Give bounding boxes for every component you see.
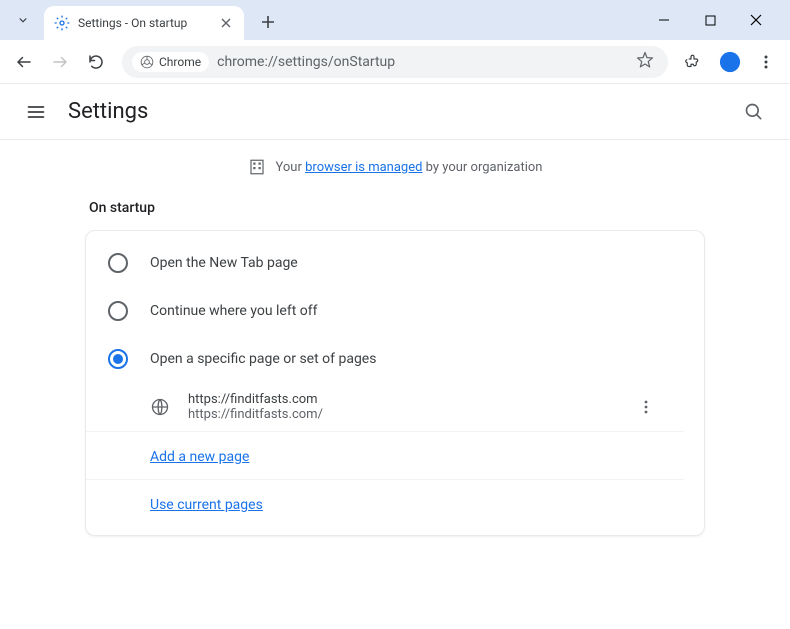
browser-toolbar: Chrome chrome://settings/onStartup [0, 40, 790, 84]
option-continue[interactable]: Continue where you left off [86, 287, 704, 335]
settings-menu-button[interactable] [18, 94, 54, 130]
startup-page-row: https://finditfasts.com https://finditfa… [86, 383, 684, 432]
chevron-down-icon [16, 13, 30, 27]
avatar-icon [719, 51, 741, 73]
add-new-page-link[interactable]: Add a new page [150, 449, 249, 465]
profile-button[interactable] [714, 46, 746, 78]
menu-button[interactable] [750, 46, 782, 78]
radio-icon [108, 349, 128, 369]
reload-icon [87, 53, 105, 71]
managed-suffix: by your organization [422, 160, 542, 175]
option-new-tab[interactable]: Open the New Tab page [86, 239, 704, 287]
radio-icon [108, 253, 128, 273]
minimize-icon [658, 14, 670, 26]
url-text: chrome://settings/onStartup [217, 54, 395, 70]
back-button[interactable] [8, 46, 40, 78]
new-tab-button[interactable] [254, 8, 282, 36]
search-tabs-button[interactable] [8, 5, 38, 35]
forward-button[interactable] [44, 46, 76, 78]
puzzle-icon [685, 53, 703, 71]
startup-page-title: https://finditfasts.com [188, 392, 612, 407]
star-icon [636, 51, 654, 69]
managed-banner: Your browser is managed by your organiza… [0, 158, 790, 176]
search-icon [744, 102, 764, 122]
arrow-right-icon [51, 53, 69, 71]
radio-icon [108, 301, 128, 321]
more-vertical-icon [758, 54, 774, 70]
managed-prefix: Your [276, 160, 306, 175]
address-bar[interactable]: Chrome chrome://settings/onStartup [122, 46, 668, 78]
managed-link[interactable]: browser is managed [305, 160, 422, 175]
close-icon [221, 18, 231, 28]
option-specific-pages[interactable]: Open a specific page or set of pages [86, 335, 704, 383]
globe-icon [150, 397, 170, 417]
site-chip-label: Chrome [159, 55, 201, 69]
plus-icon [261, 15, 275, 29]
maximize-button[interactable] [696, 6, 724, 34]
reload-button[interactable] [80, 46, 112, 78]
tab-close-button[interactable] [218, 15, 234, 31]
tab-title: Settings - On startup [78, 16, 210, 30]
close-icon [750, 14, 762, 26]
on-startup-section: On startup Open the New Tab page Continu… [85, 200, 705, 536]
page-title: Settings [68, 99, 148, 124]
use-current-pages-row: Use current pages [86, 479, 684, 527]
maximize-icon [705, 15, 716, 26]
arrow-left-icon [15, 53, 33, 71]
use-current-pages-link[interactable]: Use current pages [150, 497, 263, 513]
section-title: On startup [85, 200, 705, 216]
settings-card: Open the New Tab page Continue where you… [85, 230, 705, 536]
settings-gear-icon [54, 15, 70, 31]
radio-label: Open a specific page or set of pages [150, 351, 376, 367]
bookmark-button[interactable] [636, 51, 654, 73]
more-vertical-icon [638, 399, 654, 415]
window-controls [650, 6, 770, 34]
settings-header: Settings [0, 84, 790, 140]
hamburger-icon [26, 102, 46, 122]
chrome-icon [140, 55, 154, 69]
radio-label: Continue where you left off [150, 303, 318, 319]
add-new-page-row: Add a new page [86, 432, 704, 479]
building-icon [248, 158, 266, 176]
minimize-button[interactable] [650, 6, 678, 34]
settings-content: Your browser is managed by your organiza… [0, 140, 790, 554]
close-window-button[interactable] [742, 6, 770, 34]
page-more-button[interactable] [630, 391, 662, 423]
extensions-button[interactable] [678, 46, 710, 78]
browser-tab[interactable]: Settings - On startup [44, 6, 244, 40]
radio-label: Open the New Tab page [150, 255, 298, 271]
window-titlebar: Settings - On startup [0, 0, 790, 40]
startup-page-url: https://finditfasts.com/ [188, 407, 612, 422]
site-chip[interactable]: Chrome [132, 52, 209, 72]
settings-search-button[interactable] [736, 94, 772, 130]
